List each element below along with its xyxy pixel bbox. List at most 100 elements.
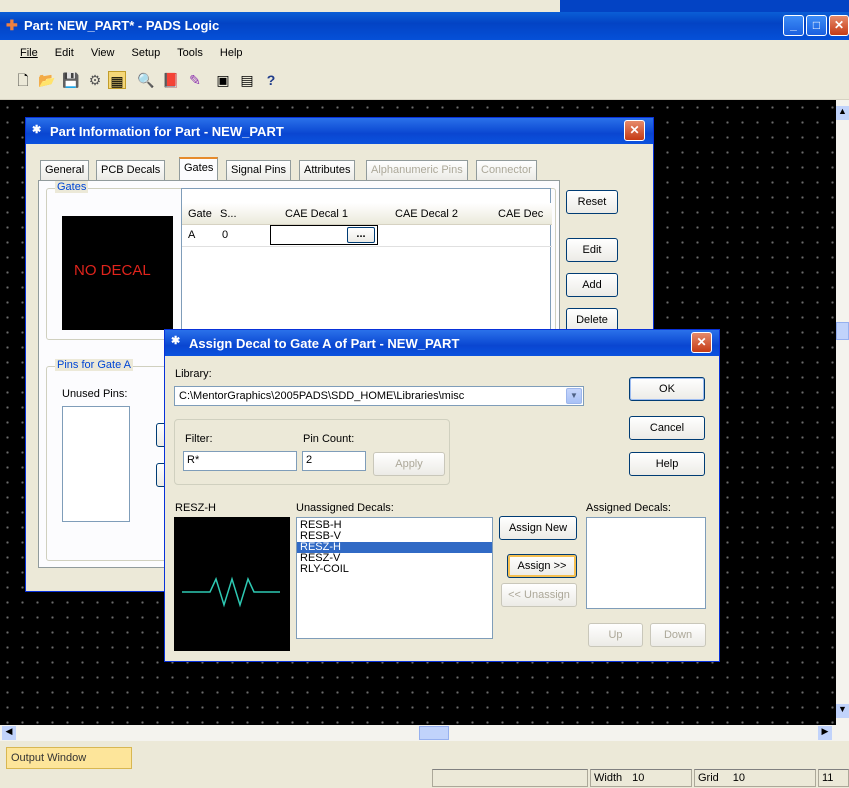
assign-button[interactable]: Assign >> bbox=[507, 554, 577, 578]
library-value: C:\MentorGraphics\2005PADS\SDD_HOME\Libr… bbox=[179, 390, 465, 402]
col-s[interactable]: S... bbox=[220, 208, 237, 220]
ok-button[interactable]: OK bbox=[629, 377, 705, 401]
filter-input[interactable]: R* bbox=[183, 451, 297, 471]
status-extra: 11 bbox=[818, 769, 849, 787]
assign-dialog-close-button[interactable]: ✕ bbox=[691, 332, 712, 353]
scroll-right-icon[interactable]: ▶ bbox=[818, 726, 832, 740]
scroll-left-icon[interactable]: ◀ bbox=[2, 726, 16, 740]
menu-tools[interactable]: Tools bbox=[177, 47, 203, 59]
table-row[interactable]: A 0 ... bbox=[182, 225, 552, 247]
pcb-link-icon[interactable]: ⚙ bbox=[86, 71, 104, 89]
library-label: Library: bbox=[175, 368, 212, 380]
app-icon: ✚ bbox=[6, 17, 18, 33]
help-button[interactable]: Help bbox=[629, 452, 705, 476]
decal-item-rly-coil[interactable]: RLY-COIL bbox=[297, 564, 492, 575]
up-button[interactable]: Up bbox=[588, 623, 643, 647]
status-width-value: 10 bbox=[632, 772, 645, 784]
status-grid-value: 10 bbox=[732, 772, 746, 784]
status-grid: Grid 10 bbox=[694, 769, 816, 787]
status-width: Width 10 bbox=[590, 769, 692, 787]
save-icon[interactable]: 💾 bbox=[62, 71, 80, 89]
maximize-button[interactable]: □ bbox=[806, 15, 827, 36]
window-title: Part: NEW_PART* - PADS Logic bbox=[24, 18, 220, 33]
cae-decal-1-input[interactable]: ... bbox=[270, 225, 378, 245]
col-gate[interactable]: Gate bbox=[188, 208, 212, 220]
col-cae-decal-2[interactable]: CAE Decal 2 bbox=[395, 208, 458, 220]
filter-label: Filter: bbox=[185, 433, 213, 445]
library-icon[interactable]: 📕 bbox=[162, 71, 180, 89]
part-editor-icon[interactable]: ▦ bbox=[108, 71, 126, 89]
new-file-icon[interactable]: 🗋 bbox=[14, 71, 32, 89]
menu-bar: File Edit View Setup Tools Help bbox=[0, 40, 849, 66]
edit-button[interactable]: Edit bbox=[566, 238, 618, 262]
menu-setup[interactable]: Setup bbox=[132, 47, 161, 59]
unassign-button[interactable]: << Unassign bbox=[501, 583, 577, 607]
vertical-scrollbar[interactable]: ▲ ▼ bbox=[836, 100, 849, 725]
tab-general[interactable]: General bbox=[40, 160, 90, 180]
close-button[interactable]: ✕ bbox=[829, 15, 849, 36]
zoom-icon[interactable]: 🔍 bbox=[137, 71, 155, 89]
dialog-icon: ✱ bbox=[32, 124, 42, 136]
decal-preview: NO DECAL bbox=[62, 216, 173, 330]
status-message bbox=[432, 769, 588, 787]
pins-group-label: Pins for Gate A bbox=[55, 359, 133, 371]
menu-file[interactable]: File bbox=[20, 47, 38, 59]
minimize-button[interactable]: _ bbox=[783, 15, 804, 36]
eraser-icon[interactable]: ✎ bbox=[186, 71, 204, 89]
cell-s: 0 bbox=[222, 229, 229, 241]
assign-dialog-title: Assign Decal to Gate A of Part - NEW_PAR… bbox=[189, 336, 460, 351]
status-bar: Width 10 Grid 10 11 bbox=[0, 769, 849, 788]
menu-help[interactable]: Help bbox=[220, 47, 243, 59]
pin-count-label: Pin Count: bbox=[303, 433, 355, 445]
unassigned-decals-list[interactable]: RESB-H RESB-V RESZ-H RESZ-V RLY-COIL bbox=[296, 517, 493, 639]
main-title-bar: ✚ Part: NEW_PART* - PADS Logic _ □ ✕ bbox=[0, 12, 849, 40]
scroll-down-icon[interactable]: ▼ bbox=[836, 704, 849, 718]
open-folder-icon[interactable]: 📂 bbox=[38, 71, 56, 89]
status-width-label: Width bbox=[594, 772, 623, 784]
vertical-scroll-thumb[interactable] bbox=[836, 322, 849, 340]
assigned-decals-list[interactable] bbox=[586, 517, 706, 609]
scroll-up-icon[interactable]: ▲ bbox=[836, 106, 849, 120]
report-icon[interactable]: ▣ bbox=[214, 71, 232, 89]
tab-signal-pins[interactable]: Signal Pins bbox=[226, 160, 292, 180]
assign-dialog-icon: ✱ bbox=[171, 335, 181, 347]
help-icon[interactable]: ? bbox=[262, 71, 280, 89]
cancel-button[interactable]: Cancel bbox=[629, 416, 705, 440]
output-window-tab[interactable]: Output Window bbox=[6, 747, 132, 769]
unused-pins-list[interactable] bbox=[62, 406, 130, 522]
output-window-area: Output Window bbox=[0, 741, 849, 769]
background-window-strip bbox=[560, 0, 849, 12]
table-header: Gate S... CAE Decal 1 CAE Decal 2 CAE De… bbox=[182, 203, 552, 225]
col-cae-decal-1[interactable]: CAE Decal 1 bbox=[285, 208, 348, 220]
tab-alphanumeric-pins[interactable]: Alphanumeric Pins bbox=[366, 160, 468, 180]
window-icon[interactable]: ▤ bbox=[238, 71, 256, 89]
tab-attributes[interactable]: Attributes bbox=[299, 160, 356, 180]
assign-dialog-title-bar: ✱ Assign Decal to Gate A of Part - NEW_P… bbox=[165, 330, 719, 356]
col-cae-dec[interactable]: CAE Dec bbox=[498, 208, 543, 220]
part-dialog-title: Part Information for Part - NEW_PART bbox=[50, 124, 284, 139]
assigned-decals-label: Assigned Decals: bbox=[586, 502, 671, 514]
horizontal-scroll-thumb[interactable] bbox=[419, 726, 449, 740]
menu-view[interactable]: View bbox=[91, 47, 115, 59]
gates-table: Gate S... CAE Decal 1 CAE Decal 2 CAE De… bbox=[181, 188, 552, 330]
menu-edit[interactable]: Edit bbox=[55, 47, 74, 59]
add-button[interactable]: Add bbox=[566, 273, 618, 297]
decal-preview-label: RESZ-H bbox=[175, 502, 216, 514]
unassigned-decals-label: Unassigned Decals: bbox=[296, 502, 394, 514]
horizontal-scrollbar[interactable]: ◀ ▶ bbox=[0, 725, 849, 741]
tab-gates[interactable]: Gates bbox=[179, 157, 219, 181]
assign-decal-dialog: ✱ Assign Decal to Gate A of Part - NEW_P… bbox=[164, 329, 720, 662]
tab-connector[interactable]: Connector bbox=[476, 160, 537, 180]
down-button[interactable]: Down bbox=[650, 623, 706, 647]
library-dropdown[interactable]: C:\MentorGraphics\2005PADS\SDD_HOME\Libr… bbox=[174, 386, 584, 406]
chevron-down-icon[interactable]: ▼ bbox=[566, 388, 582, 404]
apply-button[interactable]: Apply bbox=[373, 452, 445, 476]
resistor-preview bbox=[174, 517, 290, 651]
tab-pcb-decals[interactable]: PCB Decals bbox=[96, 160, 166, 180]
assign-new-button[interactable]: Assign New bbox=[499, 516, 577, 540]
reset-button[interactable]: Reset bbox=[566, 190, 618, 214]
gates-group-label: Gates bbox=[55, 181, 89, 193]
part-dialog-close-button[interactable]: ✕ bbox=[624, 120, 645, 141]
pin-count-input[interactable]: 2 bbox=[302, 451, 366, 471]
browse-decal-button[interactable]: ... bbox=[347, 227, 375, 243]
